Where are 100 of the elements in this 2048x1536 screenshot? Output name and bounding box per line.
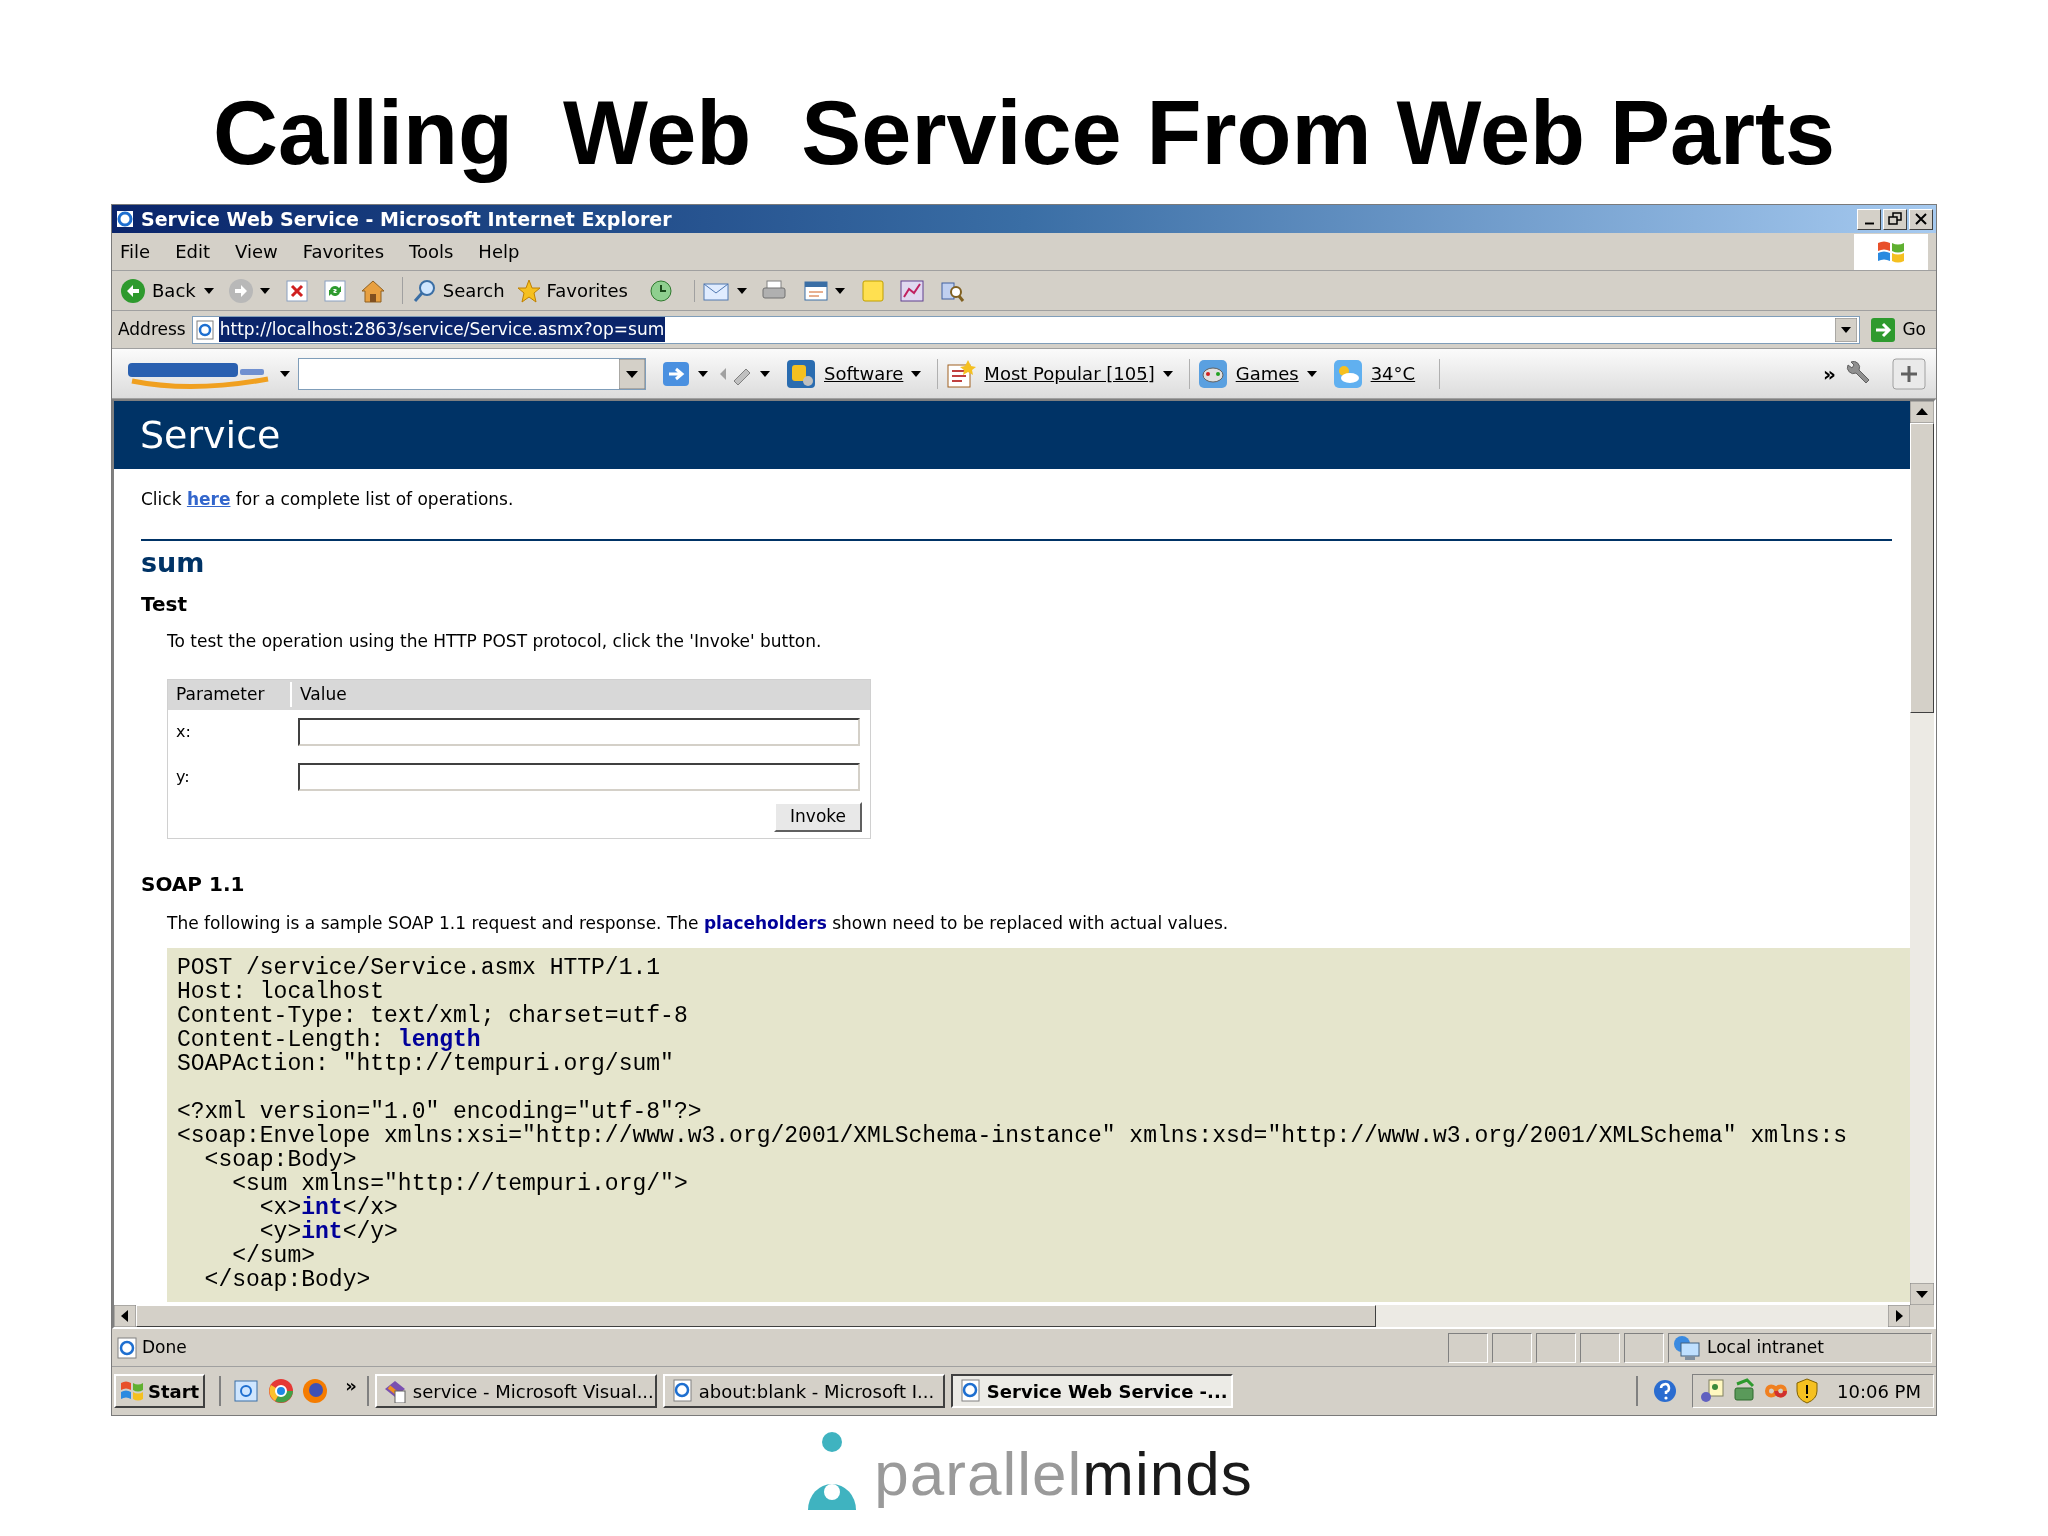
section-heading: SOAP 1.1	[141, 870, 246, 898]
page-icon	[116, 1336, 138, 1359]
window-title: Service Web Service - Microsoft Internet Explorer	[141, 206, 672, 232]
toolbar-link[interactable]: Software	[786, 358, 904, 389]
more-chevron[interactable]: »	[345, 1371, 357, 1399]
network-icon	[1673, 1334, 1701, 1361]
code-line: <?xml version="1.0" encoding="utf-8"?>	[177, 1100, 702, 1124]
code-line: </sum>	[232, 1244, 316, 1268]
caret-icon[interactable]	[736, 287, 747, 294]
caret-icon[interactable]	[911, 370, 922, 377]
code-line: POST /service/Service.asmx HTTP/1.1	[177, 956, 662, 980]
search-button[interactable]: Search	[401, 277, 505, 304]
caret-icon[interactable]	[1306, 370, 1317, 377]
toolbar-link[interactable]: Games	[1188, 358, 1299, 389]
taskbar-button[interactable]: service - Microsoft Visual...	[374, 1374, 657, 1408]
menu-item[interactable]: File	[120, 238, 151, 265]
menu-item[interactable]: Favorites	[302, 238, 384, 265]
windows-logo-icon	[1854, 233, 1928, 270]
globe-icon[interactable]	[301, 1377, 330, 1405]
value-field[interactable]	[298, 763, 860, 791]
parameter-name: x:	[175, 721, 192, 743]
toolbar-link[interactable]: Most Popular [105]	[937, 358, 1155, 389]
code-line: SOAPAction: "http://tempuri.org/sum"	[177, 1052, 675, 1076]
code-line: Content-Length: length	[177, 1028, 481, 1052]
back-button[interactable]: Back	[118, 277, 198, 304]
brand-name: parallelminds	[874, 1438, 1253, 1510]
document-icon[interactable]	[802, 278, 829, 303]
close-button[interactable]	[1909, 208, 1933, 230]
code-line: </soap:Body>	[203, 1268, 372, 1292]
menu-item[interactable]: Help	[478, 238, 520, 265]
browser-icon	[115, 209, 135, 229]
operations-link[interactable]: here	[186, 489, 231, 509]
shield-icon[interactable]	[1795, 1378, 1819, 1404]
menu-item[interactable]: Tools	[409, 238, 454, 265]
star-icon	[516, 278, 541, 303]
toolbar-link[interactable]: 34°C	[1332, 358, 1416, 389]
code-line: Content-Type: text/xml; charset=utf-8	[177, 1004, 689, 1028]
taskbar-button[interactable]: Service Web Service -...	[950, 1374, 1233, 1408]
caret-icon[interactable]	[834, 287, 845, 294]
history-icon[interactable]	[647, 278, 674, 303]
list-star-icon	[946, 358, 977, 389]
favorites-button[interactable]: Favorites	[516, 277, 628, 304]
start-button[interactable]: Start	[114, 1374, 206, 1408]
software-icon	[786, 358, 816, 389]
caret-icon[interactable]	[1162, 370, 1173, 377]
security-zone: Local intranet	[1707, 1335, 1824, 1359]
status-text: Done	[142, 1335, 187, 1359]
operation-name: sum	[141, 545, 206, 580]
go-button[interactable]: Go	[1866, 316, 1930, 343]
close-icon	[1914, 212, 1928, 226]
value-field[interactable]	[298, 718, 860, 746]
code-line: <sum xmlns="http://tempuri.org/">	[232, 1172, 689, 1196]
page-icon	[194, 319, 215, 340]
caret-icon[interactable]	[280, 370, 290, 377]
more-chevron[interactable]: »	[1823, 358, 1836, 389]
stop-icon[interactable]	[285, 279, 308, 302]
round-browser-icon[interactable]	[267, 1377, 296, 1405]
intro-text: Click here for a complete list of operations.	[141, 488, 515, 511]
code-line: <y>int</y>	[259, 1220, 399, 1244]
status-pane	[1580, 1332, 1620, 1363]
parameter-name: y:	[175, 766, 191, 788]
minimize-button[interactable]	[1857, 208, 1881, 230]
column-header: Parameter	[168, 681, 292, 708]
minimize-icon	[1864, 221, 1874, 225]
code-line: <soap:Body>	[204, 1148, 357, 1172]
caret-icon[interactable]	[698, 370, 708, 377]
horizontal-scrollbar[interactable]	[114, 1305, 1910, 1327]
soap-description: The following is a sample SOAP 1.1 request and response. The placeholders shown need to be replaced with actual values.	[167, 911, 1230, 935]
dropdown-arrow-icon[interactable]	[619, 358, 645, 389]
windows-logo-icon	[120, 1380, 144, 1402]
network-icon[interactable]	[1699, 1378, 1725, 1404]
home-icon[interactable]	[359, 278, 386, 303]
taskbar-button[interactable]: about:blank - Microsoft I...	[662, 1374, 945, 1408]
status-pane	[1624, 1332, 1664, 1363]
address-field[interactable]: http://localhost:2863/service/Service.asmx?op=sum	[191, 315, 1861, 344]
column-header: Value	[299, 682, 347, 706]
server-icon[interactable]	[1731, 1378, 1757, 1404]
restore-icon	[1888, 212, 1902, 226]
status-pane	[1492, 1332, 1532, 1363]
weather-icon	[1332, 358, 1363, 389]
code-line: <soap:Envelope xmlns:xsi="http://www.w3.org/2001/XMLSchema-instance" xmlns:xsd="http://www.w3.org/2001/XMLSchema" xmlns:s	[177, 1124, 1849, 1148]
menu-item[interactable]: Edit	[175, 238, 210, 265]
restore-button[interactable]	[1883, 208, 1907, 230]
section-heading: Test	[141, 591, 188, 618]
refresh-icon[interactable]	[323, 279, 346, 302]
clock: 10:06 PM	[1837, 1379, 1921, 1404]
chart-icon[interactable]	[898, 278, 925, 303]
dropdown-arrow-icon[interactable]	[1835, 317, 1858, 342]
vertical-scrollbar[interactable]	[1910, 401, 1934, 1327]
caret-icon[interactable]	[760, 370, 770, 377]
help-icon[interactable]	[1652, 1378, 1678, 1404]
page-icon	[670, 1379, 693, 1403]
caret-icon[interactable]	[203, 287, 214, 294]
caret-icon[interactable]	[259, 287, 270, 294]
menu-item[interactable]: View	[235, 238, 278, 265]
instructions-text: To test the operation using the HTTP POST protocol, click the 'Invoke' button.	[167, 630, 823, 653]
status-pane	[1536, 1332, 1576, 1363]
invoke-button[interactable]: Invoke	[774, 801, 862, 832]
code-line: <x>int</x>	[258, 1196, 398, 1220]
add-icon[interactable]	[1892, 357, 1926, 390]
